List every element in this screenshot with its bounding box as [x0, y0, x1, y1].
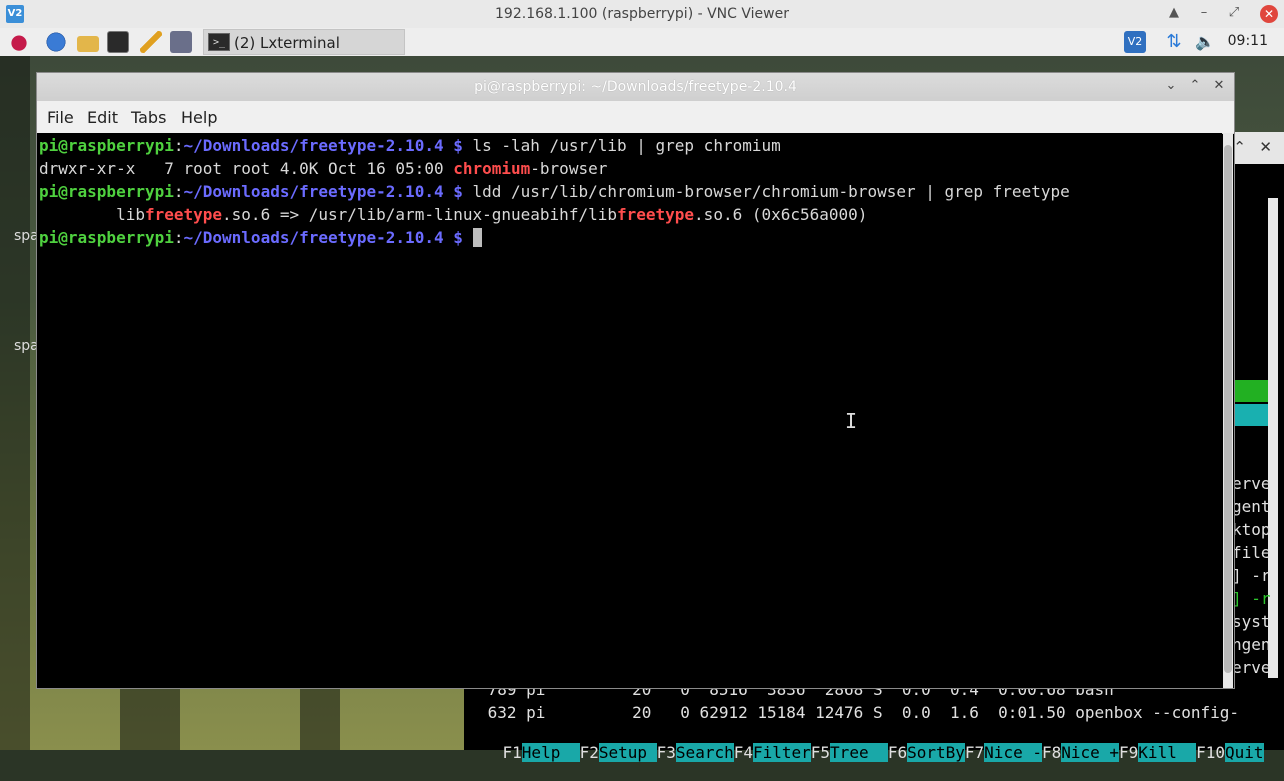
menu-file[interactable]: File	[47, 108, 74, 127]
vnc-restore-button[interactable]: ⤢	[1224, 5, 1244, 20]
terminal-line: libfreetype.so.6 => /usr/lib/arm-linux-g…	[39, 205, 868, 224]
process-cmd-fragment: file	[1232, 543, 1271, 562]
terminal-line: drwxr-xr-x 7 root root 4.0K Oct 16 05:00…	[39, 159, 608, 178]
process-cmd-fragment: erve	[1232, 658, 1271, 677]
fkey-sortby[interactable]: F6SortBy	[888, 743, 965, 762]
process-cmd-fragment: ] -r	[1232, 566, 1271, 585]
fkey-quit[interactable]: F10Quit	[1196, 743, 1264, 762]
close-icon[interactable]: ✕	[1210, 78, 1228, 93]
terminal-window-title: pi@raspberrypi: ~/Downloads/freetype-2.1…	[474, 79, 797, 95]
vnc-minimize-button[interactable]: –	[1194, 5, 1214, 20]
geany-icon[interactable]	[170, 31, 192, 53]
fkey-filter[interactable]: F4Filter	[734, 743, 811, 762]
lxterminal-window[interactable]: pi@raspberrypi: ~/Downloads/freetype-2.1…	[36, 72, 1235, 689]
cpu-meter-bar	[1234, 380, 1268, 402]
terminal-output[interactable]: pi@raspberrypi:~/Downloads/freetype-2.10…	[37, 133, 1222, 688]
process-cmd-fragment: syst	[1232, 612, 1271, 631]
menu-edit[interactable]: Edit	[87, 108, 118, 127]
task-label: (2) Lxterminal	[234, 34, 340, 52]
pi-taskbar: >_ (2) Lxterminal V2 ⇅ 🔈 09:11	[0, 28, 1284, 57]
volume-icon[interactable]: 🔈	[1194, 31, 1216, 53]
text-editor-icon[interactable]	[140, 31, 162, 53]
scrollbar-thumb[interactable]	[1224, 145, 1232, 673]
terminal-title-bar[interactable]: pi@raspberrypi: ~/Downloads/freetype-2.1…	[37, 73, 1234, 101]
web-browser-icon[interactable]	[45, 31, 67, 53]
vnc-window-title: 192.168.1.100 (raspberrypi) - VNC Viewer	[495, 6, 789, 22]
vnc-close-button[interactable]: ✕	[1260, 5, 1278, 23]
terminal-scrollbar[interactable]	[1223, 133, 1233, 688]
terminal-icon: >_	[208, 33, 230, 51]
process-cmd-fragment: erve	[1232, 474, 1271, 493]
htop-restore-icon[interactable]: ⌃	[1233, 138, 1246, 156]
htop-function-key-bar: F1Help F2Setup F3SearchF4FilterF5Tree F6…	[464, 724, 1284, 762]
fkey-tree[interactable]: F5Tree	[811, 743, 888, 762]
vnc-title-bar: V2 192.168.1.100 (raspberrypi) - VNC Vie…	[0, 0, 1284, 29]
fkey-nice-minus[interactable]: F7Nice -	[965, 743, 1042, 762]
taskbar-lxterminal-button[interactable]: >_ (2) Lxterminal	[203, 29, 405, 55]
process-cmd-fragment: ] -r	[1232, 589, 1271, 608]
menu-help[interactable]: Help	[181, 108, 217, 127]
terminal-launcher-icon[interactable]	[107, 31, 129, 53]
terminal-line: pi@raspberrypi:~/Downloads/freetype-2.10…	[39, 182, 1070, 201]
maximize-chevron-icon[interactable]: ⌃	[1186, 78, 1204, 93]
raspberry-menu-icon[interactable]	[8, 31, 30, 53]
process-cmd-fragment: gent	[1232, 497, 1271, 516]
process-cmd-fragment: ngen	[1232, 635, 1271, 654]
vnc-tray-icon[interactable]: V2	[1124, 31, 1146, 53]
htop-close-icon[interactable]: ✕	[1259, 138, 1272, 156]
file-manager-icon[interactable]	[77, 36, 99, 52]
fkey-setup[interactable]: F2Setup	[580, 743, 657, 762]
network-arrows-icon[interactable]: ⇅	[1163, 31, 1185, 53]
minimize-chevron-icon[interactable]: ⌄	[1162, 78, 1180, 93]
vnc-toolbar-toggle-icon[interactable]: ▲	[1164, 5, 1184, 20]
terminal-menu-bar: File Edit Tabs Help	[37, 101, 1234, 134]
text-cursor	[472, 228, 482, 247]
terminal-prompt-line[interactable]: pi@raspberrypi:~/Downloads/freetype-2.10…	[39, 228, 482, 248]
process-cmd-fragment: ktop	[1232, 520, 1271, 539]
process-row[interactable]: 632 pi 20 0 62912 15184 12476 S 0.0 1.6 …	[478, 703, 1239, 722]
mem-meter-bar	[1234, 404, 1268, 426]
fkey-search[interactable]: F3Search	[657, 743, 734, 762]
fkey-kill[interactable]: F9Kill	[1119, 743, 1197, 762]
fkey-help[interactable]: F1Help	[503, 743, 580, 762]
mouse-ibeam-icon: I	[845, 409, 858, 433]
clock[interactable]: 09:11	[1228, 33, 1268, 49]
terminal-line: pi@raspberrypi:~/Downloads/freetype-2.10…	[39, 136, 781, 155]
fkey-nice-plus[interactable]: F8Nice +	[1042, 743, 1120, 762]
menu-tabs[interactable]: Tabs	[131, 108, 166, 127]
